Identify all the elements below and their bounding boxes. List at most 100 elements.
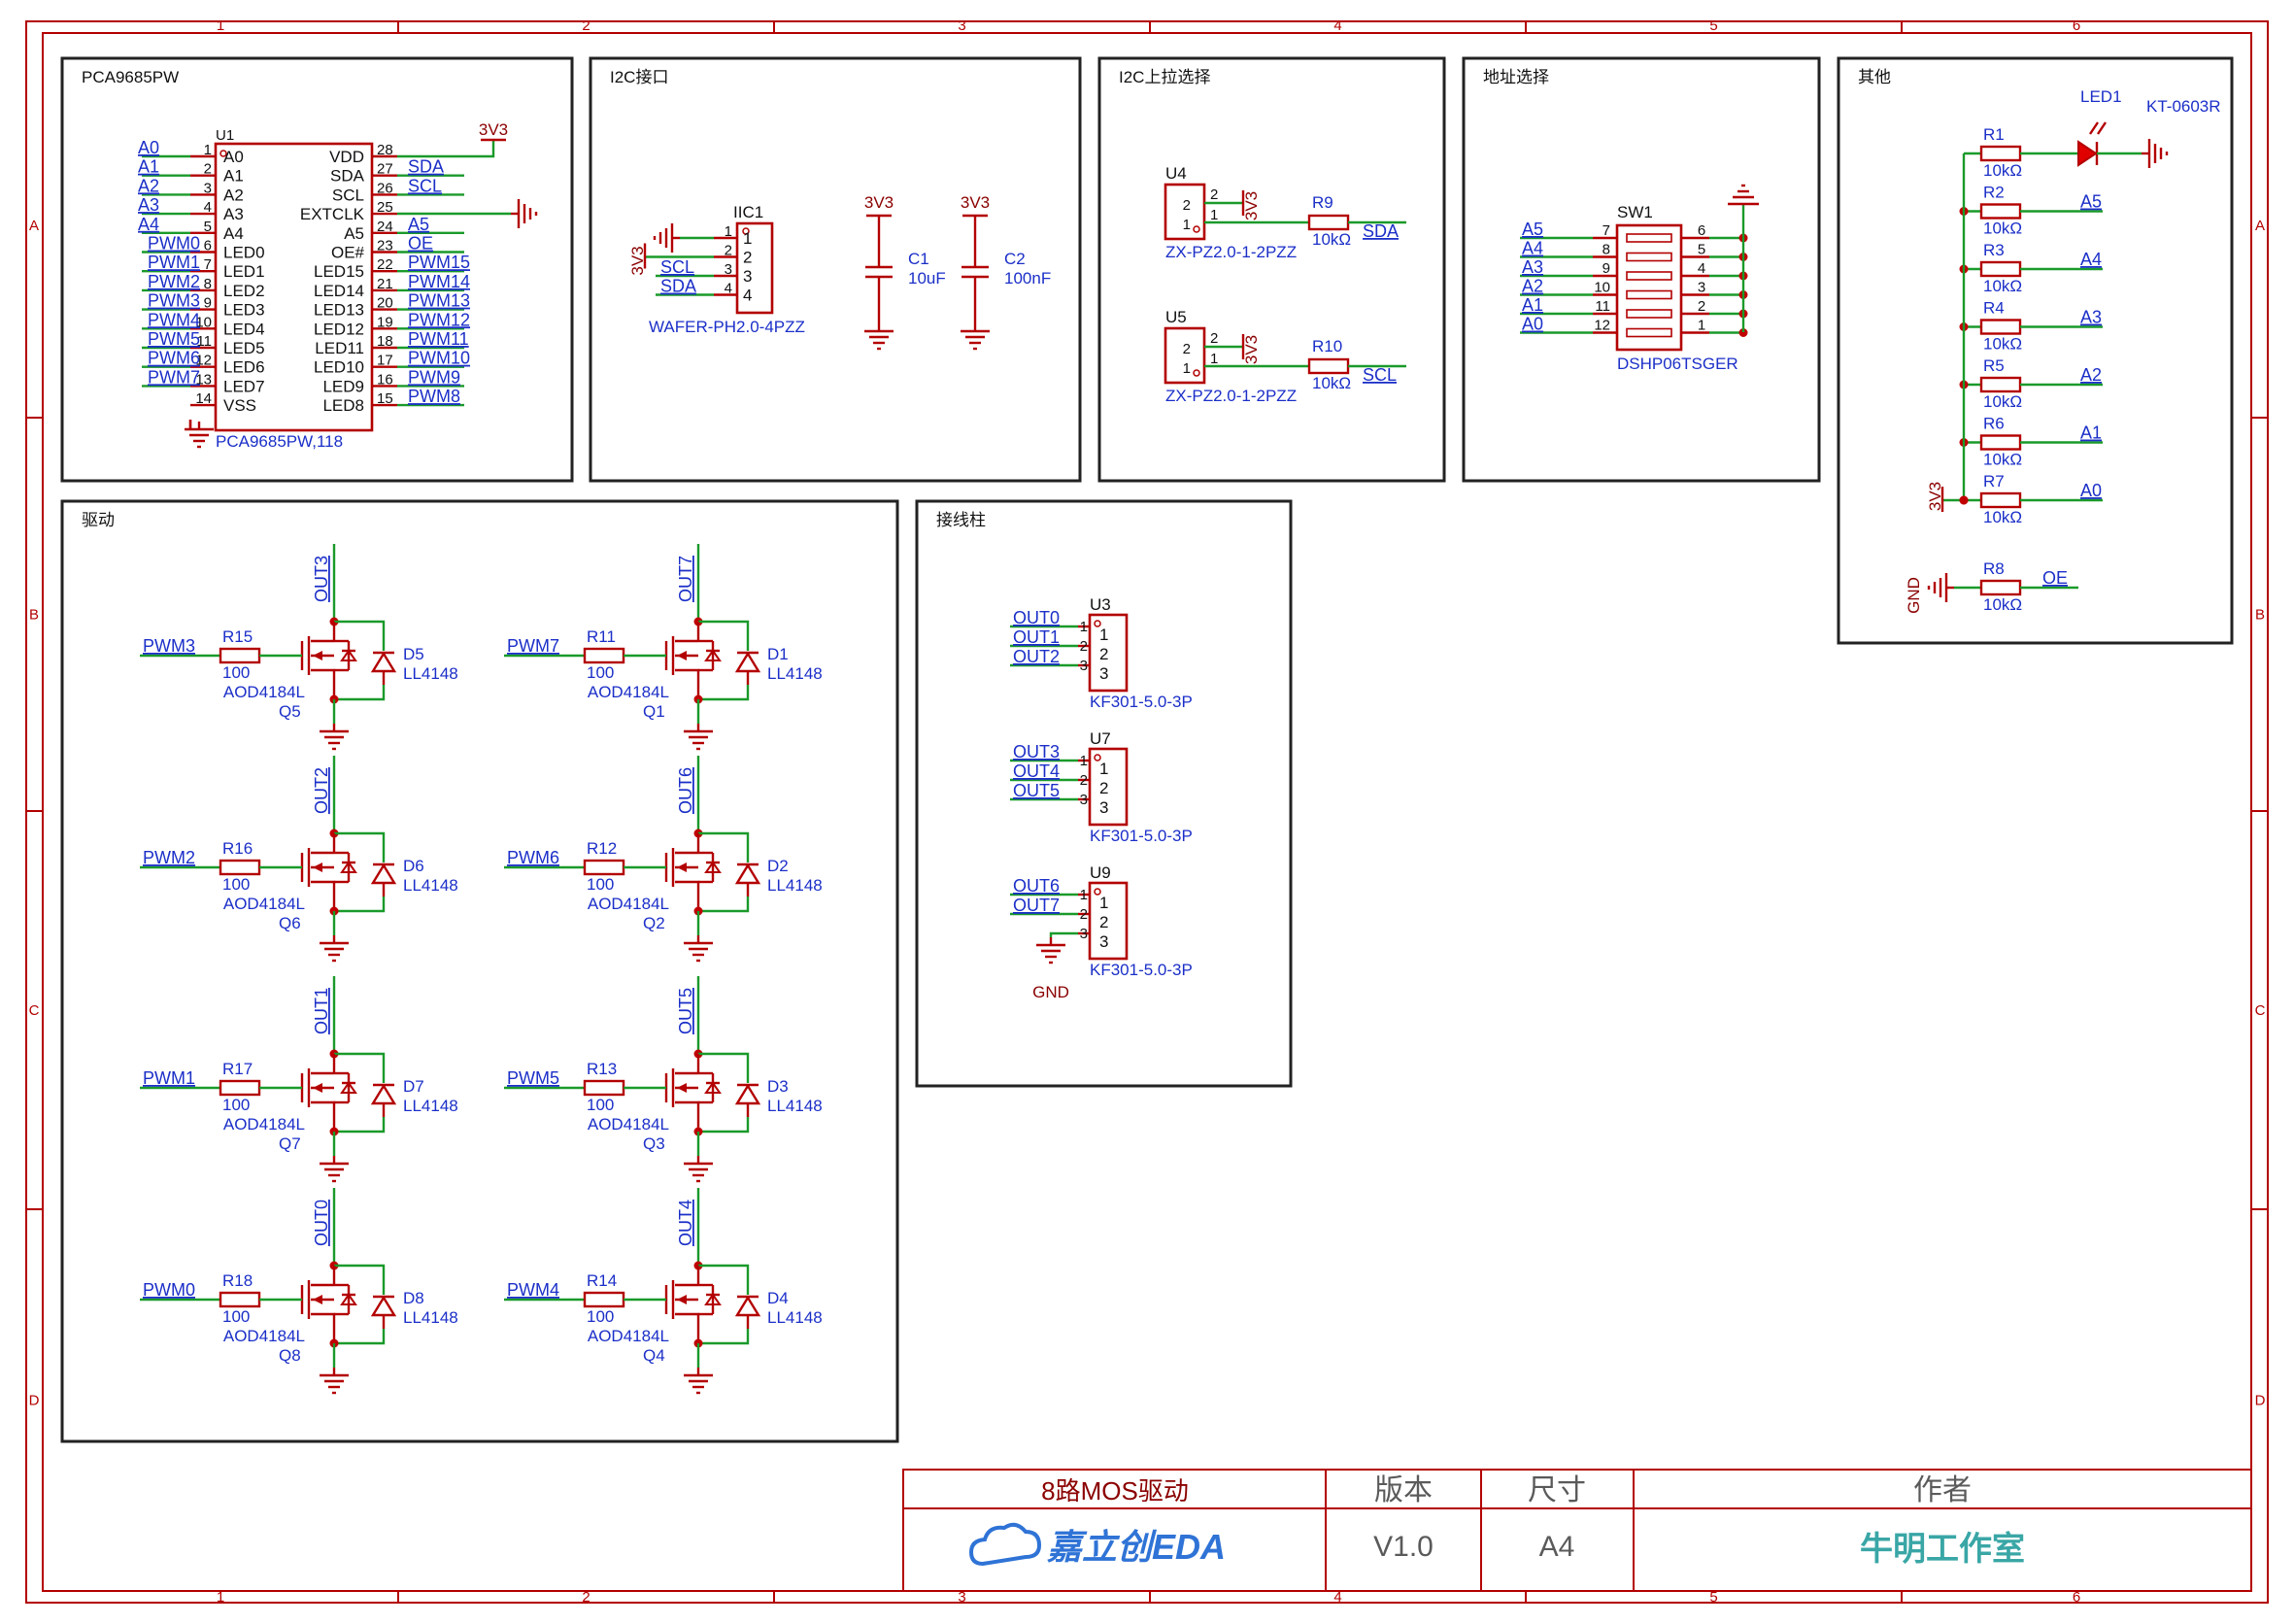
row-marker-left: C [29, 1002, 40, 1019]
mos-arrow [313, 651, 322, 660]
pin-name: SCL [332, 186, 364, 204]
cap-ground-icon [961, 323, 990, 351]
net-label-pwm9: PWM9 [408, 367, 460, 387]
diode-part: LL4148 [767, 876, 823, 895]
section-i2c-title: I2C接口 [610, 68, 668, 86]
net-label-pwm14: PWM14 [408, 272, 470, 291]
row-marker-left: A [29, 218, 39, 234]
net-label-a3: A3 [138, 195, 159, 215]
u1-ref: U1 [216, 127, 234, 144]
diode-ref: D1 [767, 645, 789, 663]
net-label-pwm4: PWM4 [148, 310, 200, 329]
net-label-pwm5: PWM5 [148, 329, 200, 349]
pin-number: 6 [1698, 222, 1705, 239]
gate-res-ref: R16 [222, 839, 253, 858]
net-label-pwm10: PWM10 [408, 349, 470, 368]
diode-ref: D2 [767, 857, 789, 875]
net-label-sda: SDA [660, 277, 696, 296]
section-other-title: 其他 [1858, 68, 1891, 86]
pin-number: 8 [204, 276, 212, 292]
net-label-out2: OUT2 [1013, 647, 1060, 666]
terminal-ref: U9 [1090, 863, 1111, 882]
pin-name: SDA [330, 167, 365, 186]
pin-number: 2 [725, 243, 732, 259]
mos-ref: Q4 [643, 1346, 665, 1365]
net-label-a0: A0 [1522, 315, 1543, 334]
pin-name: 1 [743, 229, 752, 248]
mos-ground-icon [320, 1156, 349, 1183]
gate-res-ref: R17 [222, 1060, 253, 1078]
mos-ref: Q8 [279, 1346, 301, 1365]
net-label-out1: OUT1 [312, 988, 331, 1034]
column-marker-top: 4 [1333, 17, 1341, 34]
pin-number: 10 [1594, 280, 1610, 296]
res-value: 10kΩ [1983, 392, 2022, 411]
net-label-pwm0: PWM0 [148, 234, 200, 254]
mosfet-driver-q8: OUT0 D8LL4148 PWM0 R18 100AOD4184LQ8 [140, 1188, 458, 1395]
diode-wire [698, 1264, 750, 1295]
diode-wire [698, 1052, 750, 1083]
pin-number: 7 [204, 256, 212, 273]
cap-value: 10uF [908, 269, 946, 288]
mos-source [675, 668, 700, 699]
vss-ground-icon [185, 422, 214, 449]
pin-name: LED4 [223, 320, 265, 338]
mos-source [311, 1312, 336, 1343]
net-label-scl: SCL [1363, 365, 1397, 385]
net-label-a0: A0 [2080, 481, 2102, 500]
oe-ground-label: GND [1905, 577, 1923, 614]
res-ref: R7 [1983, 472, 2005, 491]
pin-name: 2 [1183, 197, 1191, 214]
pin-name: 3 [1099, 798, 1108, 817]
pullup-resistor-body [1979, 203, 2022, 220]
diode-icon [370, 1295, 397, 1317]
diode-wire [698, 897, 750, 913]
size-heading: 尺寸 [1528, 1474, 1586, 1506]
iic1-ref: IIC1 [733, 203, 763, 221]
column-marker-top: 3 [958, 17, 965, 34]
pin-number: 11 [1595, 298, 1610, 315]
row-marker-right: C [2255, 1002, 2266, 1019]
pin-name: VDD [329, 148, 364, 166]
iic1-ground-icon [653, 223, 680, 253]
pin-number: 1 [1080, 753, 1088, 769]
diode-part: LL4148 [767, 664, 823, 683]
pullup-resistor-body [1979, 145, 2022, 162]
mosfet-driver-q4: OUT4 D4LL4148 PWM4 R14 100AOD4184LQ4 [504, 1188, 823, 1395]
res-ref: R3 [1983, 241, 2005, 259]
cap-value: 100nF [1004, 269, 1051, 288]
mosfet-driver-q6: OUT2 D6LL4148 PWM2 R16 100AOD4184LQ6 [140, 756, 458, 963]
pin-name: A3 [223, 205, 244, 223]
pin-name: LED1 [223, 262, 265, 281]
cap-power-label: 3V3 [864, 193, 894, 212]
res-ref: R4 [1983, 299, 2005, 318]
pin-number: 17 [377, 353, 393, 369]
led-arrow [2089, 121, 2099, 135]
net-label-pwm8: PWM8 [408, 387, 460, 406]
net-label-out6: OUT6 [1013, 876, 1060, 896]
pin-number: 1 [1080, 887, 1088, 903]
pin-number: 14 [195, 390, 212, 407]
pin-name: LED9 [322, 377, 364, 395]
net-label-pwm1: PWM1 [148, 253, 200, 272]
pullup-resistor-body [1979, 260, 2022, 278]
pin-name: 1 [1183, 360, 1191, 377]
pin-name: 2 [743, 249, 752, 267]
net-label-pwm3: PWM3 [143, 636, 195, 656]
pullup-power-label: 3V3 [1242, 191, 1261, 220]
version-heading: 版本 [1374, 1474, 1433, 1506]
mos-part: AOD4184L [588, 1327, 669, 1345]
section-other-border [1837, 56, 2234, 645]
gate-res-value: 100 [587, 1096, 614, 1114]
pin-number: 3 [1080, 926, 1088, 942]
gate-res-ref: R14 [587, 1271, 617, 1290]
net-label-out7: OUT7 [1013, 896, 1060, 915]
mos-arrow [677, 1083, 687, 1093]
pullup-resistor-body [1979, 434, 2022, 451]
mos-source [675, 1312, 700, 1343]
pin-name: LED5 [223, 339, 265, 357]
pin-number: 23 [377, 238, 393, 254]
row-marker-left: D [29, 1393, 40, 1409]
pin-number: 1 [1698, 318, 1705, 334]
pin-name: VSS [223, 396, 256, 415]
